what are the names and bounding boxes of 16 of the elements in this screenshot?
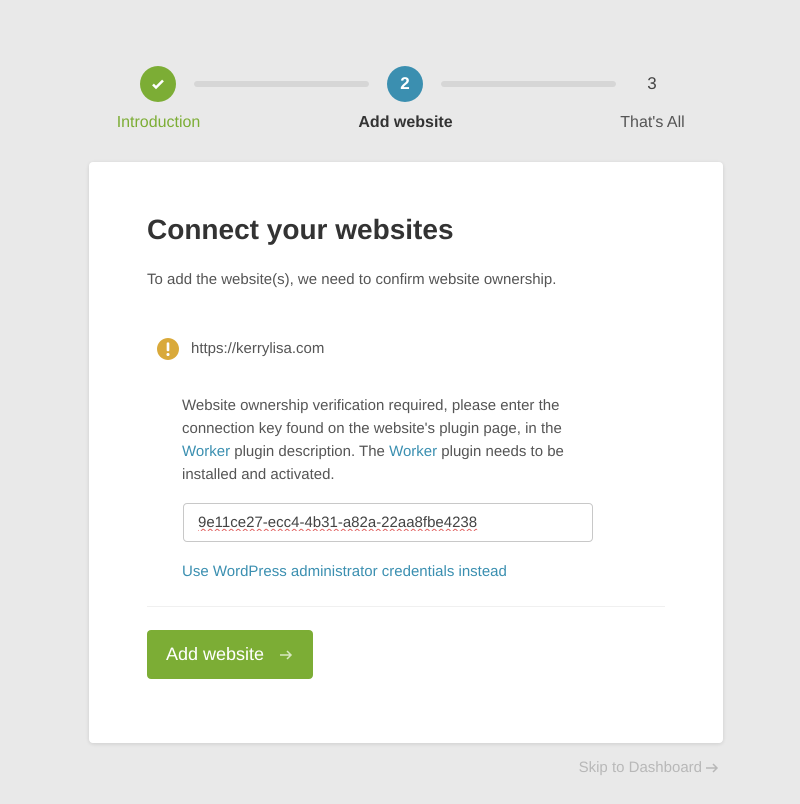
step-label: That's All: [620, 113, 685, 133]
connection-key-field[interactable]: 9e11ce27-ecc4-4b31-a82a-22aa8fbe4238: [183, 503, 593, 542]
add-website-button[interactable]: Add website: [147, 630, 314, 679]
step-label: Add website: [358, 113, 453, 133]
credentials-link[interactable]: Use WordPress administrator credentials instead: [182, 563, 507, 580]
warning-icon: [157, 338, 179, 360]
worker-link[interactable]: Worker: [389, 443, 438, 460]
step-done-icon: [140, 66, 176, 102]
step-label: Introduction: [116, 113, 200, 133]
step-number: 3: [646, 73, 658, 96]
card-title: Connect your websites: [147, 213, 455, 247]
website-url: https://kerrylisa.com: [191, 338, 324, 358]
card-subtitle: To add the website(s), we need to confirm website ownership.: [147, 270, 558, 290]
verification-message: Website ownership verification required, please enter the connection key found on the website's plugin page, in the Worker plugin description. The Worker plugin needs to be installed and activated.: [182, 396, 565, 485]
worker-link[interactable]: Worker: [182, 443, 230, 460]
step-number: 2: [387, 66, 423, 102]
